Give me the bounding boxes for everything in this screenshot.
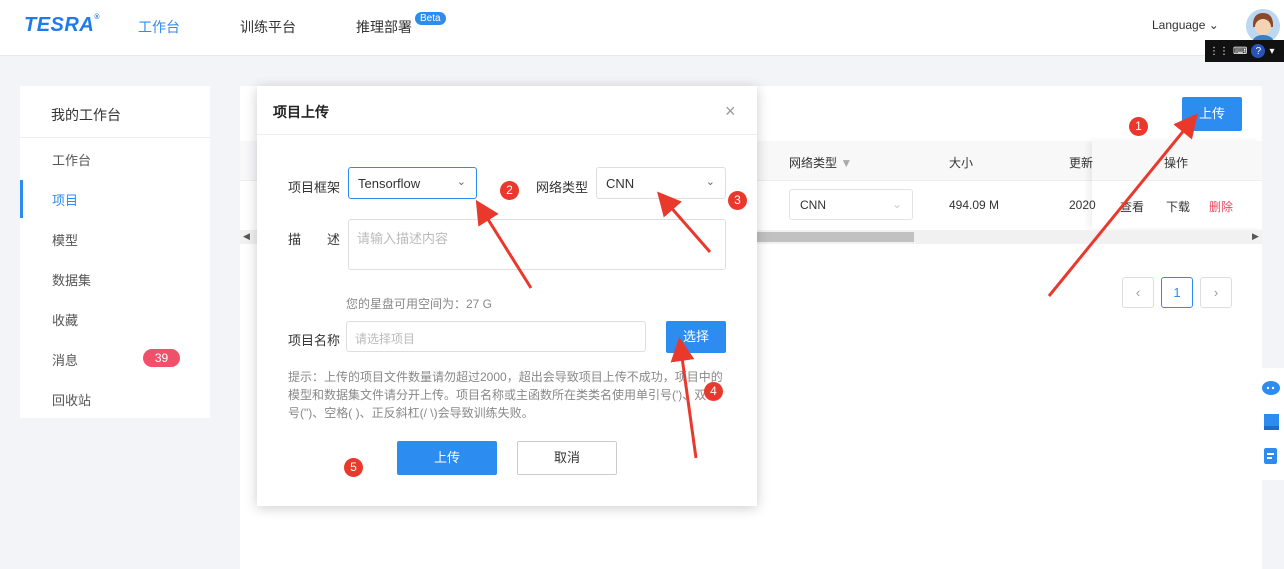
annotation-4: 4	[704, 382, 723, 401]
network-type-select[interactable]: CNN ⌄	[596, 167, 726, 199]
sidebar-item-recycle-bin[interactable]: 回收站	[52, 390, 91, 409]
delete-link[interactable]: 删除	[1209, 198, 1233, 215]
logo[interactable]: TESRA®	[24, 14, 100, 37]
screen-toolbar: ⋮⋮ ⌨ ? ▾	[1205, 40, 1284, 62]
nav-workbench[interactable]: 工作台	[138, 17, 180, 37]
help-icon[interactable]: ?	[1251, 44, 1266, 58]
sidebar-title: 我的工作台	[51, 107, 121, 123]
edit-icon[interactable]	[1264, 448, 1277, 464]
project-name-input[interactable]: 请选择项目	[346, 321, 646, 352]
divider	[257, 134, 757, 135]
floating-tools	[1258, 368, 1284, 480]
scroll-right-icon[interactable]: ▶	[1252, 231, 1259, 242]
beta-badge: Beta	[415, 12, 446, 25]
choose-button[interactable]: 选择	[666, 321, 726, 353]
grip-icon: ⋮⋮	[1209, 45, 1229, 57]
chevron-down-icon: ⌄	[456, 176, 466, 188]
book-icon[interactable]	[1264, 414, 1279, 430]
sidebar-item-models[interactable]: 模型	[52, 230, 78, 249]
description-textarea[interactable]: 请输入描述内容	[348, 219, 726, 270]
pager-next[interactable]: ›	[1200, 277, 1232, 308]
pager-page-1[interactable]: 1	[1161, 277, 1193, 308]
upload-dialog: 项目上传 × 项目框架 Tensorflow ⌄ 网络类型 CNN ⌄ 描 述 …	[257, 86, 757, 506]
sidebar-item-datasets[interactable]: 数据集	[52, 270, 91, 289]
network-type-label: 网络类型	[536, 180, 589, 195]
scrollbar-thumb[interactable]	[757, 232, 914, 242]
top-bar: TESRA® 工作台 训练平台 推理部署 Beta Language ⌄	[0, 0, 1284, 56]
sidebar-item-messages[interactable]: 消息	[52, 350, 78, 369]
scroll-left-icon[interactable]: ◀	[243, 231, 250, 242]
framework-select[interactable]: Tensorflow ⌄	[348, 167, 477, 199]
annotation-3: 3	[728, 191, 747, 210]
dialog-title: 项目上传	[273, 104, 329, 120]
column-size: 大小	[949, 156, 974, 170]
avatar[interactable]	[1246, 9, 1280, 43]
sidebar: 我的工作台 工作台 项目 模型 数据集 收藏 消息 39 回收站	[20, 86, 210, 418]
framework-label: 项目框架	[288, 180, 341, 195]
view-link[interactable]: 查看	[1120, 198, 1144, 215]
annotation-5: 5	[344, 458, 363, 477]
divider	[20, 137, 210, 138]
chat-icon[interactable]	[1262, 381, 1280, 395]
project-name-label: 项目名称	[288, 333, 341, 348]
close-icon[interactable]: ×	[725, 101, 736, 122]
active-indicator	[20, 180, 23, 218]
filter-icon[interactable]: ▼	[840, 156, 852, 170]
upload-tip: 提示：上传的项目文件数量请勿超过2000，超出会导致项目上传不成功，项目中的模型…	[288, 370, 723, 420]
keyboard-icon[interactable]: ⌨	[1233, 46, 1247, 57]
sidebar-item-projects[interactable]: 项目	[52, 190, 78, 209]
description-label: 描 述	[288, 232, 341, 247]
chevron-down-icon: ⌄	[891, 197, 902, 211]
column-network-type[interactable]: 网络类型 ▼	[789, 154, 852, 171]
message-count-badge: 39	[143, 349, 180, 367]
pager-prev[interactable]: ‹	[1122, 277, 1154, 308]
dropdown-icon[interactable]: ▾	[1269, 46, 1274, 57]
nav-deploy[interactable]: 推理部署	[356, 17, 412, 37]
sidebar-item-favorites[interactable]: 收藏	[52, 310, 78, 329]
dialog-upload-button[interactable]: 上传	[397, 441, 497, 475]
language-dropdown[interactable]: Language ⌄	[1152, 18, 1219, 32]
row-network-select[interactable]: CNN ⌄	[789, 189, 913, 220]
upload-button[interactable]: 上传	[1182, 97, 1242, 131]
download-link[interactable]: 下载	[1166, 198, 1190, 215]
nav-training[interactable]: 训练平台	[240, 17, 296, 37]
chevron-down-icon: ⌄	[705, 176, 715, 188]
storage-hint: 您的星盘可用空间为：27 G	[346, 297, 493, 311]
dialog-cancel-button[interactable]: 取消	[517, 441, 617, 475]
row-size: 494.09 M	[949, 198, 1000, 212]
sidebar-item-workbench[interactable]: 工作台	[52, 150, 91, 169]
annotation-1: 1	[1129, 117, 1148, 136]
column-updated: 更新	[1069, 156, 1094, 170]
annotation-2: 2	[500, 181, 519, 200]
